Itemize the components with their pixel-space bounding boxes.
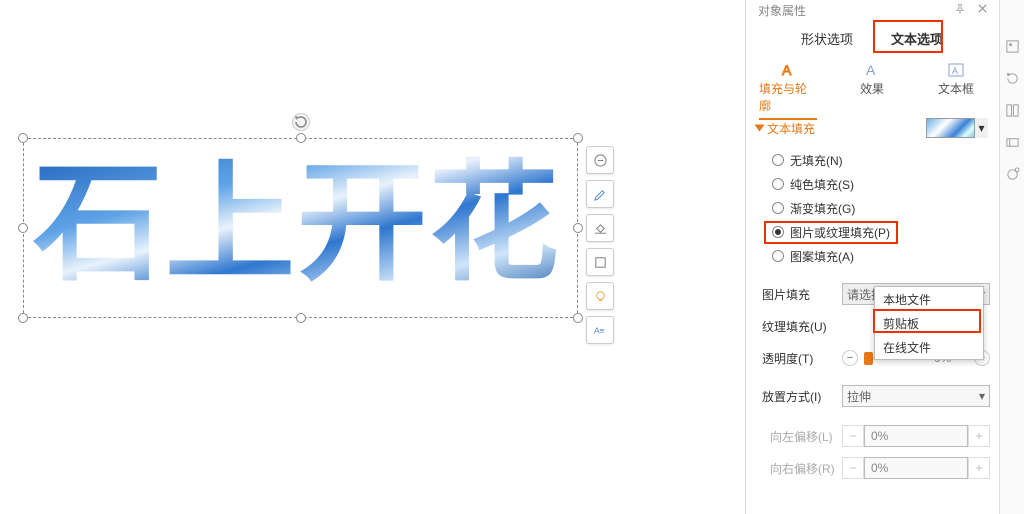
picture-source-popup: 本地文件 剪贴板 在线文件 (874, 286, 984, 360)
offset-right-label: 向右偏移(R) (762, 460, 842, 477)
slider-thumb[interactable] (864, 352, 873, 365)
chevron-down-icon: ▾ (974, 118, 988, 138)
radio-picture-fill-label: 图片或纹理填充(P) (790, 224, 890, 241)
stepper-minus-button[interactable]: − (842, 457, 864, 479)
collapse-button[interactable] (586, 146, 614, 174)
textbox-icon: A (947, 60, 965, 80)
panel-top-tabs: 形状选项 文本选项 (748, 20, 996, 56)
highlight-box-1 (873, 20, 943, 53)
stepper-plus-button[interactable]: + (968, 457, 990, 479)
placement-select[interactable]: 拉伸 ▾ (842, 385, 990, 407)
fill-type-radios: 无填充(N) 纯色填充(S) 渐变填充(G) 图片或纹理填充(P) 图案填充(A… (748, 144, 996, 272)
radio-no-fill[interactable]: 无填充(N) (772, 148, 984, 172)
tab-fill-outline[interactable]: A 填充与轮廓 (759, 60, 817, 120)
resize-handle-tl[interactable] (18, 133, 28, 143)
tab-textbox-label: 文本框 (938, 80, 974, 101)
resize-handle-r[interactable] (573, 223, 583, 233)
stepper-minus-button[interactable]: − (842, 425, 864, 447)
svg-text:A: A (866, 62, 876, 78)
svg-text:石上开花: 石上开花 (33, 150, 561, 296)
row-placement: 放置方式(I) 拉伸 ▾ (762, 380, 990, 412)
radio-solid-fill[interactable]: 纯色填充(S) (772, 172, 984, 196)
canvas-text[interactable]: 石上开花 (33, 148, 568, 308)
floating-toolbar: A≡ (586, 146, 614, 350)
radio-no-fill-label: 无填充(N) (790, 152, 843, 169)
resize-handle-tr[interactable] (573, 133, 583, 143)
svg-text:A: A (782, 62, 792, 78)
svg-text:A≡: A≡ (593, 325, 604, 335)
popup-item-local[interactable]: 本地文件 (875, 287, 983, 311)
textbox-opts-button[interactable]: A≡ (586, 316, 614, 344)
radio-gradient-fill[interactable]: 渐变填充(G) (772, 196, 984, 220)
row-offset-left: 向左偏移(L) − 0% + (762, 420, 990, 452)
tool-icon-1[interactable] (1000, 30, 1024, 62)
radio-pattern-fill[interactable]: 图案填充(A) (772, 244, 984, 268)
picture-fill-label: 图片填充 (762, 286, 842, 303)
offset-left-label: 向左偏移(L) (762, 428, 842, 445)
canvas-area[interactable]: 石上开花 A≡ (0, 0, 742, 514)
idea-button[interactable] (586, 282, 614, 310)
tab-shape-options[interactable]: 形状选项 (797, 24, 857, 52)
tool-icon-4[interactable] (1000, 126, 1024, 158)
offset-right-value: 0% (864, 457, 968, 479)
expand-triangle-icon (755, 125, 765, 132)
tab-effect[interactable]: A 效果 (843, 60, 901, 101)
popup-item-online[interactable]: 在线文件 (875, 335, 983, 359)
fill-button[interactable] (586, 214, 614, 242)
close-icon[interactable] (977, 3, 988, 14)
placement-value: 拉伸 (847, 388, 871, 405)
radio-picture-fill[interactable]: 图片或纹理填充(P) (772, 220, 984, 244)
row-texture-fill: 纹理填充(U) 本地文件 剪贴板 在线文件 (762, 310, 990, 342)
tool-icon-3[interactable] (1000, 94, 1024, 126)
texture-fill-label: 纹理填充(U) (762, 318, 842, 335)
tab-effect-label: 效果 (860, 80, 884, 101)
radio-gradient-fill-label: 渐变填充(G) (790, 200, 855, 217)
color-swatch-dropdown[interactable]: ▾ (926, 118, 988, 138)
section-label: 文本填充 (767, 120, 926, 137)
text-shape-selection[interactable]: 石上开花 (23, 138, 578, 318)
resize-handle-t[interactable] (296, 133, 306, 143)
pin-icon[interactable] (954, 3, 966, 15)
panel-sub-tabs: A 填充与轮廓 A 效果 A 文本框 (748, 56, 996, 112)
right-tool-strip (999, 0, 1024, 514)
svg-text:A: A (952, 66, 958, 76)
edit-button[interactable] (586, 180, 614, 208)
outline-button[interactable] (586, 248, 614, 276)
resize-handle-b[interactable] (296, 313, 306, 323)
resize-handle-bl[interactable] (18, 313, 28, 323)
opacity-label: 透明度(T) (762, 350, 842, 367)
fill-fields: 图片填充 请选择图片▾ 纹理填充(U) 本地文件 剪贴板 在线文件 透明度(T)… (748, 272, 996, 484)
panel-header: 对象属性 (748, 0, 996, 20)
vertical-divider (745, 0, 746, 514)
radio-solid-fill-label: 纯色填充(S) (790, 176, 854, 193)
resize-handle-l[interactable] (18, 223, 28, 233)
placement-label: 放置方式(I) (762, 388, 842, 405)
panel-title: 对象属性 (758, 2, 806, 19)
tool-icon-5[interactable] (1000, 158, 1024, 190)
text-effect-icon: A (863, 60, 881, 80)
rotate-handle[interactable] (292, 113, 310, 131)
text-fill-icon: A (779, 60, 797, 80)
tab-textbox[interactable]: A 文本框 (927, 60, 985, 101)
row-offset-right: 向右偏移(R) − 0% + (762, 452, 990, 484)
tool-icon-2[interactable] (1000, 62, 1024, 94)
resize-handle-br[interactable] (573, 313, 583, 323)
offset-left-value: 0% (864, 425, 968, 447)
tab-fill-label: 填充与轮廓 (759, 80, 817, 120)
slider-minus-button[interactable]: − (842, 350, 858, 366)
highlight-box-3 (873, 309, 981, 333)
properties-panel: 对象属性 形状选项 文本选项 A 填充与轮廓 A 效果 A 文本框 文本填充 ▾ (748, 0, 996, 514)
radio-pattern-fill-label: 图案填充(A) (790, 248, 854, 265)
stepper-plus-button[interactable]: + (968, 425, 990, 447)
chevron-down-icon: ▾ (979, 389, 985, 403)
